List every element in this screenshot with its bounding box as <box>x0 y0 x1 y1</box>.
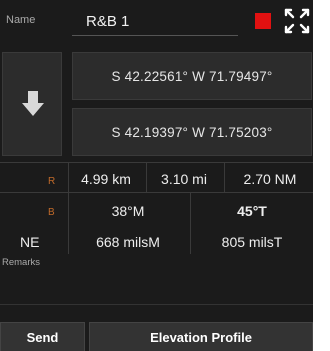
divider <box>190 192 191 254</box>
divider <box>0 162 313 163</box>
arrow-down-icon <box>22 91 44 116</box>
name-label: Name <box>6 14 36 26</box>
divider <box>0 192 313 193</box>
swap-direction-button[interactable] <box>2 52 62 156</box>
bearing-mils-magnetic: 668 milsM <box>96 234 160 250</box>
range-label: R <box>48 176 56 187</box>
end-coordinate-text: S 42.19397° W 71.75203° <box>111 124 273 140</box>
range-km: 4.99 km <box>81 171 131 187</box>
route-panel: Name R&B 1 S 42.22561° W 71.79497° S 42.… <box>0 0 313 351</box>
bearing-label: B <box>48 207 55 218</box>
remarks-label: Remarks <box>2 257 41 268</box>
range-nm: 2.70 NM <box>243 171 297 187</box>
bearing-mils-true: 805 milsT <box>221 234 283 250</box>
range-mi: 3.10 mi <box>161 171 207 187</box>
name-value: R&B 1 <box>86 13 130 30</box>
bearing-true: 45°T <box>237 203 267 219</box>
bearing-magnetic: 38°M <box>111 203 145 219</box>
end-coordinate[interactable]: S 42.19397° W 71.75203° <box>72 108 312 156</box>
divider <box>68 192 69 254</box>
remarks-field[interactable] <box>0 304 313 305</box>
send-button[interactable]: Send <box>0 322 85 351</box>
divider <box>146 162 147 192</box>
start-coordinate[interactable]: S 42.22561° W 71.79497° <box>72 52 312 100</box>
start-coordinate-text: S 42.22561° W 71.79497° <box>111 68 273 84</box>
elevation-profile-button[interactable]: Elevation Profile <box>89 322 313 351</box>
color-swatch[interactable] <box>255 13 271 29</box>
divider <box>224 162 225 192</box>
name-field[interactable]: R&B 1 <box>72 6 238 36</box>
divider <box>68 162 69 192</box>
close-icon[interactable] <box>282 6 312 36</box>
bearing-cardinal: NE <box>20 234 40 250</box>
